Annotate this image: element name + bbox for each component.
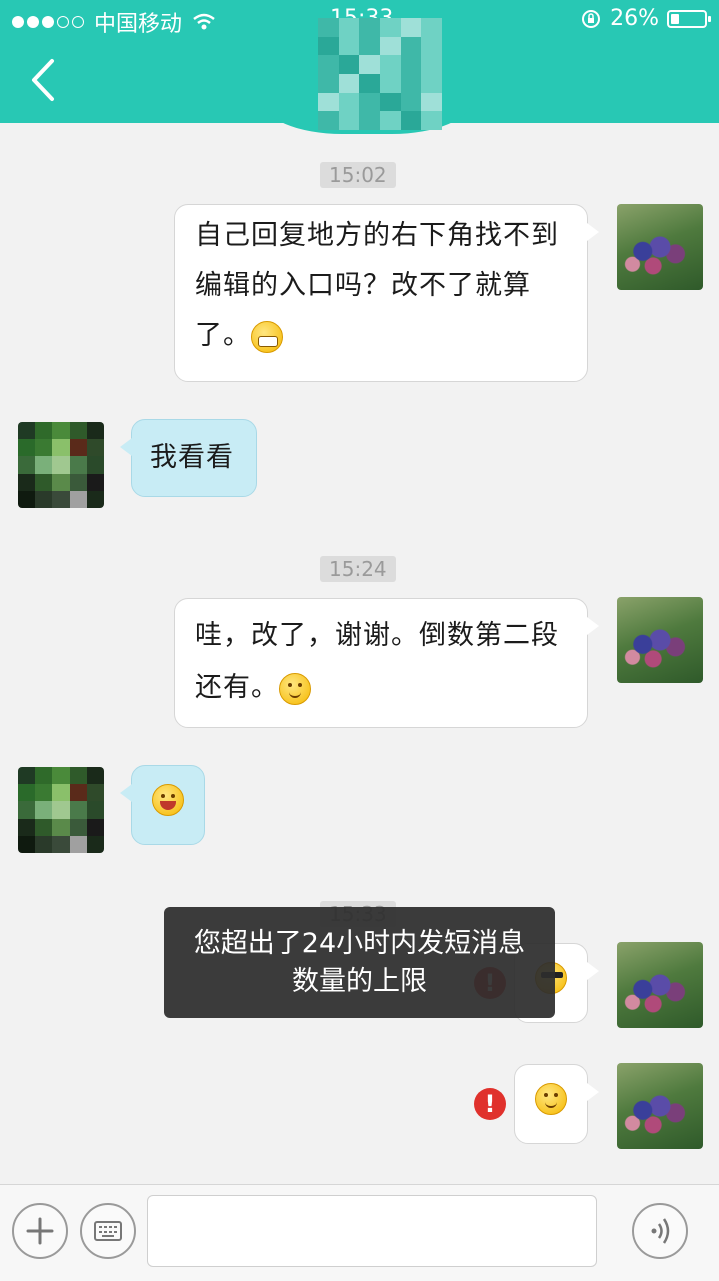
keyboard-button[interactable] [80,1203,136,1259]
message-input[interactable] [147,1195,597,1267]
battery-percent: 26% [610,6,659,31]
timestamp: 15:24 [320,556,396,582]
wifi-icon [193,13,215,30]
voice-button[interactable] [632,1203,688,1259]
smile-emoji-icon [535,1082,567,1115]
my-avatar[interactable] [617,942,703,1028]
message-line: 了。 [195,320,251,351]
message-line: 还有。 [195,672,279,703]
contact-avatar-small[interactable] [18,767,104,853]
signal-icon [12,16,84,28]
toast-line: 您超出了24小时内发短消息 [193,928,526,959]
message-line: 自己回复地方的右下角找不到 [195,220,559,251]
toast-line: 数量的上限 [292,966,427,997]
my-avatar[interactable] [617,1063,703,1149]
timestamp: 15:02 [320,162,396,188]
message-bubble-sent[interactable]: 自己回复地方的右下角找不到 编辑的入口吗？改不了就算 了。 [174,204,599,382]
contact-avatar[interactable] [318,18,442,130]
keyboard-icon [94,1221,122,1241]
rotation-lock-icon [582,9,601,28]
my-avatar[interactable] [617,597,703,683]
smile-emoji-icon [279,672,311,705]
message-bubble-received[interactable] [120,765,205,845]
send-failed-icon[interactable]: ! [474,1088,506,1120]
message-line: 编辑的入口吗？改不了就算 [195,270,531,301]
message-line: 我看看 [150,442,234,473]
voice-icon [651,1218,670,1244]
battery-icon [667,9,711,28]
plus-button[interactable] [12,1203,68,1259]
carrier-label: 中国移动 [94,12,183,37]
laugh-emoji-icon [152,783,184,816]
my-avatar[interactable] [617,204,703,290]
message-line: 哇，改了，谢谢。倒数第二段 [195,620,559,651]
grin-emoji-icon [251,320,283,353]
message-bubble-sent[interactable]: 哇，改了，谢谢。倒数第二段 还有。 [174,598,599,728]
message-bubble-received[interactable]: 我看看 [120,419,257,497]
back-button[interactable] [22,55,72,105]
plus-icon [26,1217,54,1245]
chat-header: 中国移动 15:33 26% [0,0,719,134]
rate-limit-toast: 您超出了24小时内发短消息 数量的上限 [164,907,555,1018]
message-bubble-sent[interactable] [514,1064,599,1144]
contact-avatar-small[interactable] [18,422,104,508]
